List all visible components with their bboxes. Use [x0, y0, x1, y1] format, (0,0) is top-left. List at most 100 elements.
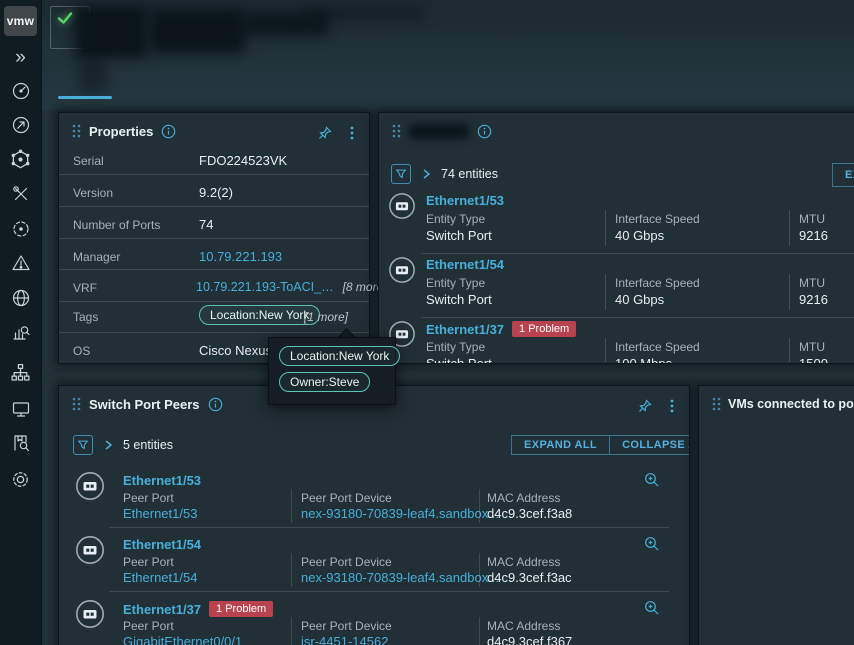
peer-device-link[interactable]: isr-4451-14562: [301, 634, 388, 645]
sidebar-item-topology[interactable]: [0, 357, 41, 387]
field-label: MAC Address: [487, 491, 561, 505]
mac-value: d4c9.3cef.f3ac: [487, 570, 572, 585]
drag-handle-icon[interactable]: [391, 123, 401, 139]
peer-name-link[interactable]: Ethernet1/37: [123, 602, 201, 617]
target-icon: [12, 221, 29, 237]
tooltip-tag-pill: Owner:Steve: [279, 372, 371, 392]
peer-name-link[interactable]: Ethernet1/54: [123, 537, 201, 552]
health-check-icon: [57, 12, 73, 24]
panel-title: Properties: [89, 123, 154, 139]
drag-handle-icon[interactable]: [711, 396, 721, 412]
property-label: Version: [73, 186, 114, 200]
property-label: OS: [73, 344, 91, 358]
property-label: Manager: [73, 250, 121, 264]
info-icon[interactable]: [161, 124, 176, 139]
sidebar-item-plan[interactable]: [0, 110, 41, 140]
sidebar-item-settings[interactable]: [0, 464, 41, 494]
manager-link[interactable]: 10.79.221.193: [199, 249, 282, 264]
expand-sidebar-button[interactable]: »: [0, 42, 41, 72]
network-hexagon-icon: [11, 149, 30, 168]
compass-globe-icon: [12, 116, 29, 134]
entities-panel: 74 entities EXPAND ALL Ethernet1/53 Enti…: [378, 112, 854, 364]
zoom-in-icon[interactable]: [644, 600, 660, 616]
vrf-link[interactable]: 10.79.221.193-ToACI_…: [196, 280, 334, 294]
info-icon[interactable]: [208, 397, 223, 412]
entity-name-link[interactable]: Ethernet1/53: [426, 193, 504, 208]
drag-handle-icon[interactable]: [71, 396, 81, 412]
field-label: Interface Speed: [615, 212, 700, 226]
field-value: 9216: [799, 292, 828, 307]
field-label: MTU: [799, 212, 825, 226]
property-label: Serial: [73, 154, 104, 168]
field-label: MTU: [799, 276, 825, 290]
entity-name-link[interactable]: Ethernet1/54: [426, 257, 504, 272]
field-label: MTU: [799, 340, 825, 354]
field-label: Entity Type: [426, 276, 486, 290]
pin-icon[interactable]: [637, 398, 653, 414]
peer-port-link[interactable]: Ethernet1/54: [123, 570, 197, 585]
field-label: Peer Port: [123, 619, 174, 633]
expand-all-button[interactable]: EXPAND ALL: [832, 163, 854, 187]
zoom-in-icon[interactable]: [644, 472, 660, 488]
drag-handle-icon[interactable]: [71, 123, 81, 139]
peer-device-link[interactable]: nex-93180-70839-leaf4.sandbox...: [301, 506, 499, 521]
tag-pill: Location:New York: [199, 305, 321, 325]
sidebar-item-dashboard[interactable]: [0, 76, 41, 106]
redacted-title-blob: [150, 9, 245, 53]
filter-icon[interactable]: [391, 164, 411, 184]
entity-count: 74 entities: [441, 167, 498, 181]
field-label: Peer Port Device: [301, 619, 392, 633]
property-value: 74: [199, 217, 214, 232]
field-label: Interface Speed: [615, 340, 700, 354]
field-value: 1500: [799, 356, 828, 364]
field-label: Peer Port: [123, 491, 174, 505]
peer-port-link[interactable]: Ethernet1/53: [123, 506, 197, 521]
app-window: vmw » Properties Serial FDO224523VK Vers…: [0, 0, 854, 645]
vmware-logo: vmw: [4, 6, 37, 36]
sidebar-item-audit[interactable]: [0, 428, 41, 458]
peer-device-link[interactable]: nex-93180-70839-leaf4.sandbox...: [301, 570, 499, 585]
field-value: 100 Mbps: [615, 356, 673, 364]
sidebar-item-analytics[interactable]: [0, 317, 41, 347]
active-tab-indicator: [58, 96, 112, 99]
peer-name-link[interactable]: Ethernet1/53: [123, 473, 201, 488]
field-value: Switch Port: [426, 228, 492, 243]
field-label: Peer Port Device: [301, 491, 392, 505]
tooltip-tag-pill: Location:New York: [279, 346, 401, 366]
kebab-menu-icon[interactable]: [665, 398, 679, 414]
kebab-menu-icon[interactable]: [345, 125, 359, 141]
sidebar-item-infrastructure[interactable]: [0, 144, 41, 174]
property-value: 9.2(2): [199, 185, 233, 200]
sidebar-item-discovery[interactable]: [0, 214, 41, 244]
redacted-title-blob: [75, 6, 147, 58]
warning-triangle-icon: [11, 255, 30, 271]
filter-icon[interactable]: [73, 435, 93, 455]
field-value: 9216: [799, 228, 828, 243]
hierarchy-icon: [11, 363, 30, 381]
info-icon[interactable]: [477, 124, 492, 139]
zoom-in-icon[interactable]: [644, 536, 660, 552]
peer-port-link[interactable]: GigabitEthernet0/0/1: [123, 634, 242, 645]
field-label: Peer Port Device: [301, 555, 392, 569]
left-nav-sidebar: vmw »: [0, 0, 42, 645]
property-value: FDO224523VK: [199, 153, 288, 168]
expand-all-button[interactable]: EXPAND ALL: [512, 436, 609, 454]
field-value: 40 Gbps: [615, 292, 665, 307]
chevron-right-icon[interactable]: [102, 439, 114, 451]
sidebar-item-alerts[interactable]: [0, 248, 41, 278]
globe-icon: [12, 289, 29, 307]
field-value: 40 Gbps: [615, 228, 665, 243]
switch-port-icon: [389, 193, 415, 219]
sidebar-item-tools[interactable]: [0, 179, 41, 209]
sidebar-item-web[interactable]: [0, 283, 41, 313]
panel-title: VMs connected to port: [728, 397, 854, 411]
switch-port-icon: [76, 472, 104, 500]
double-chevron-icon: »: [15, 46, 26, 68]
sidebar-item-desktop[interactable]: [0, 394, 41, 424]
tags-more-link[interactable]: [1 more]: [304, 310, 348, 324]
pin-icon[interactable]: [317, 125, 333, 141]
switch-port-peers-panel: Switch Port Peers 5 entities EXPAND ALL …: [58, 385, 690, 645]
entity-name-link[interactable]: Ethernet1/37: [426, 322, 504, 337]
collapse-all-button[interactable]: COLLAPSE ALL: [609, 436, 689, 454]
chevron-right-icon[interactable]: [420, 168, 432, 180]
